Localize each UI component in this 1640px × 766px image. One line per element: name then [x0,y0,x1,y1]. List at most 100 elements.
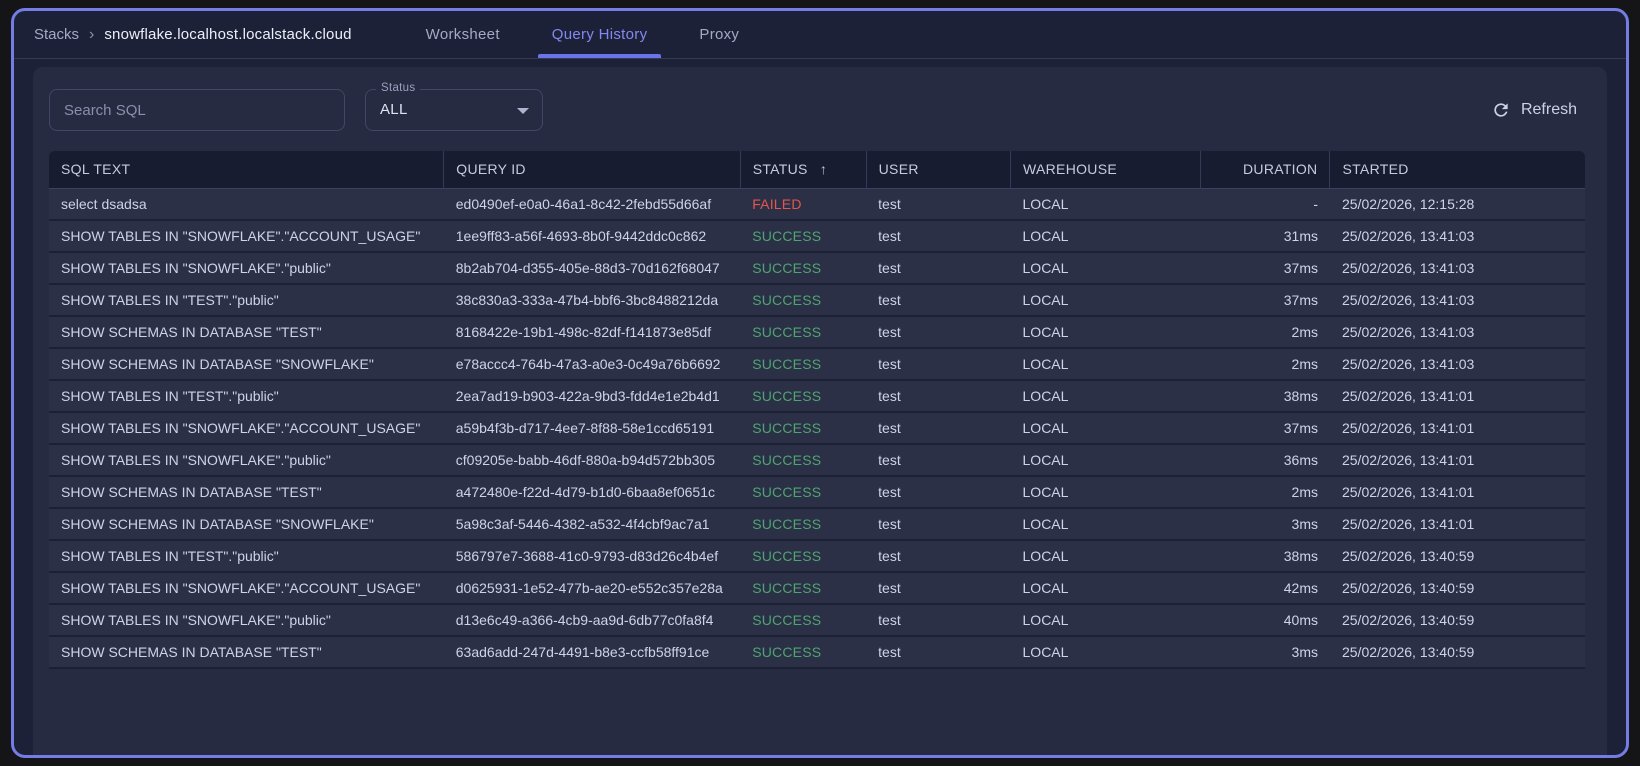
query-table-body: select dsadsa ed0490ef-e0a0-46a1-8c42-2fe… [49,187,1585,669]
tab-query-history[interactable]: Query History [526,11,674,58]
cell-sql: SHOW SCHEMAS IN DATABASE "TEST" [49,315,444,349]
cell-user: test [866,347,1011,381]
cell-user: test [866,443,1011,477]
tab-worksheet[interactable]: Worksheet [400,11,526,58]
table-row[interactable]: SHOW SCHEMAS IN DATABASE "TEST" a472480e-… [49,475,1585,509]
cell-started: 25/02/2026, 13:41:03 [1329,347,1585,381]
header-query-id[interactable]: QUERY ID [443,151,741,188]
cell-started: 25/02/2026, 13:40:59 [1329,635,1585,669]
table-row[interactable]: SHOW TABLES IN "TEST"."public" 2ea7ad19-b… [49,379,1585,413]
cell-warehouse: LOCAL [1010,507,1201,541]
cell-duration: - [1200,187,1330,221]
cell-sql: SHOW TABLES IN "SNOWFLAKE"."public" [49,443,444,477]
cell-duration: 31ms [1200,219,1330,253]
dropdown-arrow-icon [517,108,529,114]
header-status-label: STATUS [752,161,808,178]
cell-started: 25/02/2026, 13:41:03 [1329,315,1585,349]
status-filter-label: Status [376,82,421,94]
header-warehouse[interactable]: WAREHOUSE [1010,151,1202,188]
table-row[interactable]: SHOW SCHEMAS IN DATABASE "TEST" 8168422e-… [49,315,1585,349]
table-row[interactable]: select dsadsa ed0490ef-e0a0-46a1-8c42-2fe… [49,187,1585,221]
cell-duration: 2ms [1200,347,1330,381]
table-row[interactable]: SHOW SCHEMAS IN DATABASE "SNOWFLAKE" 5a98… [49,507,1585,541]
top-navigation-bar: Stacks › snowflake.localhost.localstack.… [14,11,1626,59]
cell-warehouse: LOCAL [1010,539,1201,573]
tab-worksheet-label: Worksheet [425,26,500,43]
cell-duration: 38ms [1200,539,1330,573]
breadcrumb-current-stack: snowflake.localhost.localstack.cloud [104,26,352,43]
cell-status: SUCCESS [740,603,867,637]
cell-sql: SHOW TABLES IN "SNOWFLAKE"."ACCOUNT_USAG… [49,571,444,605]
breadcrumb-stacks-link[interactable]: Stacks [34,26,79,43]
table-row[interactable]: SHOW SCHEMAS IN DATABASE "TEST" 63ad6add-… [49,635,1585,669]
table-row[interactable]: SHOW TABLES IN "SNOWFLAKE"."ACCOUNT_USAG… [49,571,1585,605]
cell-started: 25/02/2026, 13:41:01 [1329,411,1585,445]
cell-status: SUCCESS [740,379,867,413]
cell-status: SUCCESS [740,251,867,285]
query-history-panel: Status ALL Refresh [33,67,1607,755]
cell-user: test [866,475,1011,509]
cell-status: SUCCESS [740,635,867,669]
status-filter-select[interactable]: Status ALL [365,82,543,131]
table-row[interactable]: SHOW SCHEMAS IN DATABASE "SNOWFLAKE" e78a… [49,347,1585,381]
cell-query-id: d13e6c49-a366-4cb9-aa9d-6db77c0fa8f4 [443,603,741,637]
search-input[interactable] [49,89,345,131]
tab-query-history-label: Query History [551,26,648,43]
header-status[interactable]: STATUS ↑ [740,151,867,188]
cell-duration: 42ms [1200,571,1330,605]
cell-query-id: 1ee9ff83-a56f-4693-8b0f-9442ddc0c862 [443,219,741,253]
cell-duration: 40ms [1200,603,1330,637]
cell-warehouse: LOCAL [1010,411,1201,445]
header-duration[interactable]: DURATION [1200,151,1331,188]
filter-toolbar: Status ALL Refresh [49,82,1591,131]
tab-bar: Worksheet Query History Proxy [400,11,766,58]
table-row[interactable]: SHOW TABLES IN "SNOWFLAKE"."ACCOUNT_USAG… [49,219,1585,253]
cell-user: test [866,219,1011,253]
breadcrumb-separator-icon: › [89,25,95,43]
cell-query-id: a472480e-f22d-4d79-b1d0-6baa8ef0651c [443,475,741,509]
cell-sql: SHOW TABLES IN "TEST"."public" [49,379,444,413]
cell-user: test [866,635,1011,669]
header-user[interactable]: USER [866,151,1012,188]
cell-warehouse: LOCAL [1010,219,1201,253]
cell-warehouse: LOCAL [1010,443,1201,477]
table-row[interactable]: SHOW TABLES IN "SNOWFLAKE"."public" cf092… [49,443,1585,477]
header-started[interactable]: STARTED [1329,151,1585,188]
cell-warehouse: LOCAL [1010,635,1201,669]
table-row[interactable]: SHOW TABLES IN "SNOWFLAKE"."public" d13e6… [49,603,1585,637]
cell-user: test [866,251,1011,285]
query-history-table-container: SQL TEXT QUERY ID STATUS ↑ USER WAREHOUS… [49,151,1591,669]
cell-warehouse: LOCAL [1010,603,1201,637]
cell-warehouse: LOCAL [1010,347,1201,381]
cell-status: SUCCESS [740,283,867,317]
cell-started: 25/02/2026, 13:40:59 [1329,603,1585,637]
table-row[interactable]: SHOW TABLES IN "TEST"."public" 586797e7-3… [49,539,1585,573]
cell-user: test [866,571,1011,605]
refresh-button[interactable]: Refresh [1491,100,1577,120]
cell-started: 25/02/2026, 13:41:03 [1329,251,1585,285]
cell-warehouse: LOCAL [1010,475,1201,509]
table-row[interactable]: SHOW TABLES IN "TEST"."public" 38c830a3-3… [49,283,1585,317]
header-warehouse-label: WAREHOUSE [1023,161,1117,178]
cell-query-id: 586797e7-3688-41c0-9793-d83d26c4b4ef [443,539,741,573]
cell-sql: SHOW TABLES IN "SNOWFLAKE"."ACCOUNT_USAG… [49,411,444,445]
cell-user: test [866,315,1011,349]
table-row[interactable]: SHOW TABLES IN "SNOWFLAKE"."ACCOUNT_USAG… [49,411,1585,445]
table-row[interactable]: SHOW TABLES IN "SNOWFLAKE"."public" 8b2ab… [49,251,1585,285]
header-user-label: USER [878,161,919,178]
cell-status: SUCCESS [740,475,867,509]
cell-sql: SHOW SCHEMAS IN DATABASE "TEST" [49,475,444,509]
tab-proxy[interactable]: Proxy [673,11,765,58]
refresh-button-label: Refresh [1520,101,1577,118]
cell-query-id: 5a98c3af-5446-4382-a532-4f4cbf9ac7a1 [443,507,741,541]
cell-started: 25/02/2026, 13:41:01 [1329,379,1585,413]
cell-sql: SHOW TABLES IN "SNOWFLAKE"."ACCOUNT_USAG… [49,219,444,253]
header-sql-text[interactable]: SQL TEXT [49,151,445,188]
header-duration-label: DURATION [1243,161,1318,178]
cell-duration: 2ms [1200,475,1330,509]
cell-query-id: 8b2ab704-d355-405e-88d3-70d162f68047 [443,251,741,285]
cell-user: test [866,411,1011,445]
cell-started: 25/02/2026, 12:15:28 [1329,187,1585,221]
cell-status: SUCCESS [740,571,867,605]
breadcrumb: Stacks › snowflake.localhost.localstack.… [34,11,382,58]
